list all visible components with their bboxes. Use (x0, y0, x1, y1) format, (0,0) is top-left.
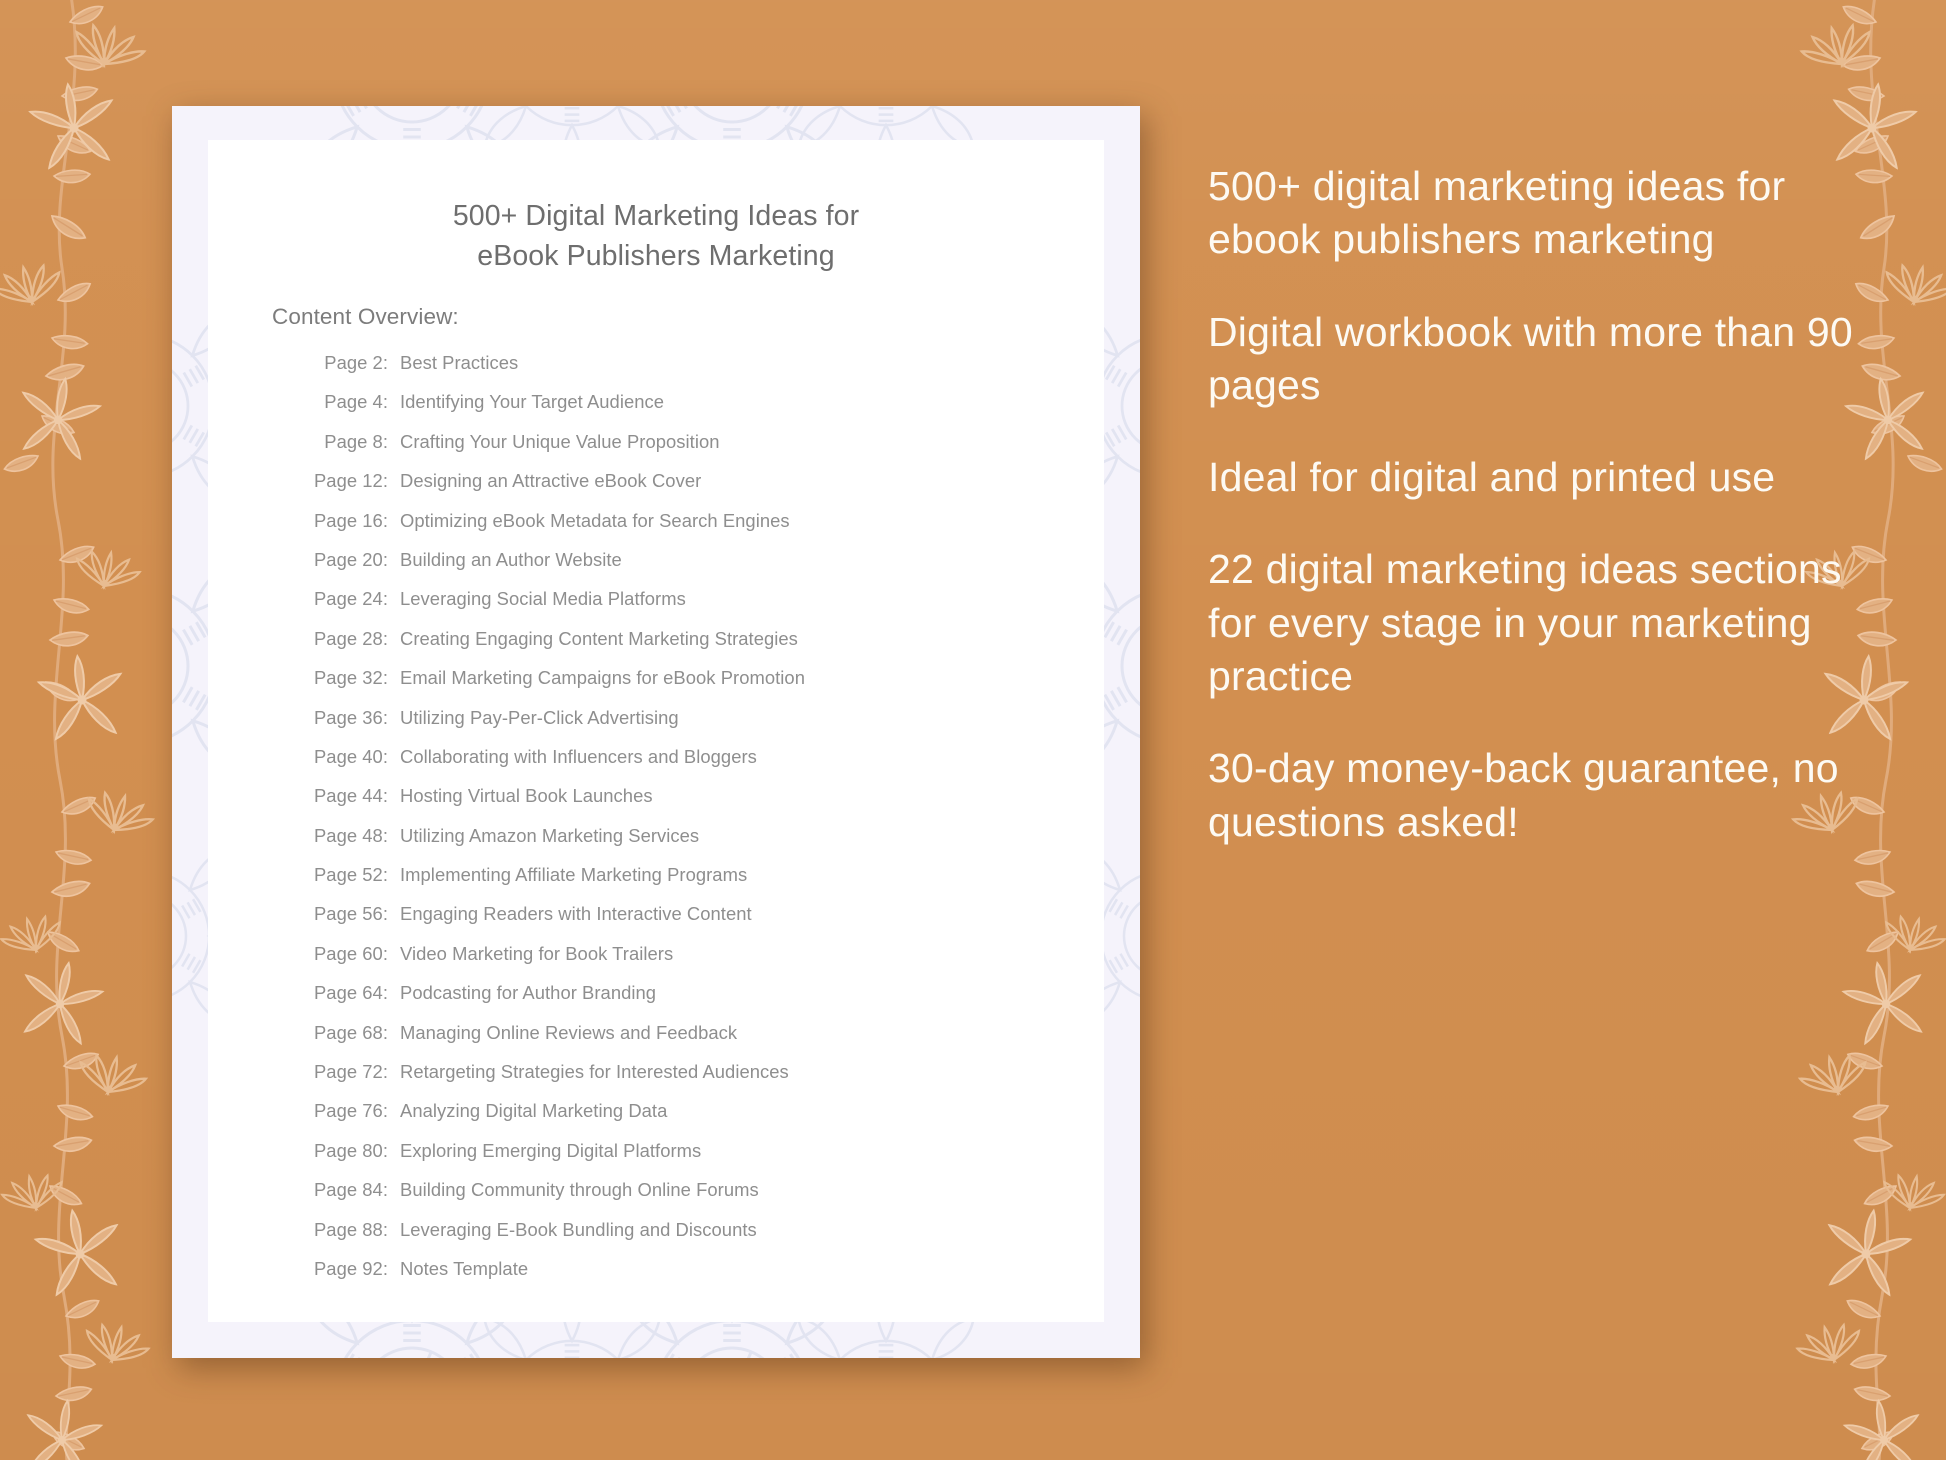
toc-page-number: Page 84: (313, 1179, 388, 1201)
toc-row[interactable]: Page 24: Leveraging Social Media Platform… (302, 588, 1074, 627)
toc-page-number: Page 56: (313, 903, 388, 925)
promo-block: 22 digital marketing ideas sections for … (1208, 546, 1842, 700)
toc-section-title: Building Community through Online Forums (400, 1179, 759, 1201)
toc-section-title: Utilizing Pay-Per-Click Advertising (400, 706, 679, 728)
toc-row[interactable]: Page 84: Building Community through Onlin… (302, 1179, 1074, 1218)
product-listing-image: 500+ Digital Marketing Ideas for eBook P… (0, 0, 1946, 1460)
toc-section-title: Optimizing eBook Metadata for Search Eng… (400, 509, 790, 531)
toc-section-title: Retargeting Strategies for Interested Au… (400, 1061, 789, 1083)
toc-row[interactable]: Page 92: Notes Template (302, 1258, 1074, 1297)
toc-page-number: Page 16: (313, 509, 388, 531)
toc-section-title: Email Marketing Campaigns for eBook Prom… (400, 667, 805, 689)
toc-section-title: Leveraging E-Book Bundling and Discounts (400, 1218, 757, 1240)
toc-section-title: Exploring Emerging Digital Platforms (400, 1139, 702, 1161)
toc-row[interactable]: Page 4: Identifying Your Target Audience (302, 391, 1074, 430)
toc-section-title: Engaging Readers with Interactive Conten… (400, 903, 752, 925)
toc-row[interactable]: Page 44: Hosting Virtual Book Launches (302, 785, 1074, 824)
toc-row[interactable]: Page 12: Designing an Attractive eBook Co… (302, 470, 1074, 509)
promo-block: Ideal for digital and printed use (1208, 454, 1776, 501)
page-title: 500+ Digital Marketing Ideas for eBook P… (452, 200, 860, 273)
toc-page-number: Page 40: (313, 745, 388, 767)
toc-row[interactable]: Page 64: Podcasting for Author Branding (302, 982, 1074, 1021)
toc-row[interactable]: Page 52: Implementing Affiliate Marketing… (302, 864, 1074, 903)
toc-page-number: Page 64: (313, 982, 388, 1004)
table-of-contents: Page 2: Best Practices Page 4: Identifying … (302, 352, 1074, 1297)
toc-row[interactable]: Page 36: Utilizing Pay-Per-Click Advertis… (302, 707, 1074, 746)
promo-copy-list: 500+ digital marketing ideas for ebook p… (1208, 160, 1868, 849)
toc-section-title: Podcasting for Author Branding (400, 982, 657, 1004)
toc-row[interactable]: Page 28: Creating Engaging Content Market… (302, 628, 1074, 667)
toc-page-number: Page 36: (313, 706, 388, 728)
toc-page-number: Page 72: (313, 1061, 388, 1083)
toc-section-title: Analyzing Digital Marketing Data (400, 1100, 668, 1122)
toc-row[interactable]: Page 16: Optimizing eBook Metadata for Se… (302, 510, 1074, 549)
page-sheet: 500+ Digital Marketing Ideas for eBook P… (172, 106, 1140, 1358)
toc-section-title: Collaborating with Influencers and Blogg… (400, 745, 757, 767)
toc-section-title: Notes Template (400, 1257, 529, 1279)
toc-section-title: Crafting Your Unique Value Proposition (400, 430, 720, 452)
page-content-area: 500+ Digital Marketing Ideas for eBook P… (208, 140, 1104, 1322)
floral-vine-border-left-icon (0, 0, 166, 1460)
toc-section-title: Best Practices (400, 352, 519, 373)
toc-row[interactable]: Page 72: Retargeting Strategies for Inter… (302, 1061, 1074, 1100)
toc-row[interactable]: Page 76: Analyzing Digital Marketing Data (302, 1100, 1074, 1139)
toc-row[interactable]: Page 60: Video Marketing for Book Trailer… (302, 943, 1074, 982)
promo-block: 500+ digital marketing ideas for ebook p… (1208, 163, 1786, 263)
toc-row[interactable]: Page 2: Best Practices (302, 352, 1074, 391)
workbook-page-preview[interactable]: 500+ Digital Marketing Ideas for eBook P… (172, 106, 1146, 1368)
toc-page-number: Page 24: (313, 588, 388, 610)
toc-section-title: Managing Online Reviews and Feedback (400, 1021, 738, 1043)
toc-page-number: Page 20: (313, 548, 388, 570)
toc-page-number: Page 60: (313, 942, 388, 964)
toc-section-title: Hosting Virtual Book Launches (400, 785, 653, 807)
toc-row[interactable]: Page 68: Managing Online Reviews and Feed… (302, 1022, 1074, 1061)
toc-section-title: Utilizing Amazon Marketing Services (400, 824, 700, 846)
toc-page-number: Page 92: (313, 1257, 388, 1279)
toc-section-title: Video Marketing for Book Trailers (400, 942, 674, 964)
toc-section-title: Creating Engaging Content Marketing Stra… (400, 627, 798, 649)
toc-section-title: Implementing Affiliate Marketing Program… (400, 864, 748, 886)
content-overview-label: Content Overview: (272, 304, 459, 329)
toc-page-number: Page 48: (313, 824, 388, 846)
toc-page-number: Page 4: (324, 391, 388, 413)
toc-row[interactable]: Page 20: Building an Author Website (302, 549, 1074, 588)
toc-section-title: Building an Author Website (400, 548, 622, 570)
toc-row[interactable]: Page 8: Crafting Your Unique Value Propos… (302, 431, 1074, 470)
toc-page-number: Page 80: (313, 1139, 388, 1161)
toc-page-number: Page 8: (324, 430, 388, 452)
toc-section-title: Designing an Attractive eBook Cover (400, 470, 702, 492)
toc-row[interactable]: Page 40: Collaborating with Influencers a… (302, 746, 1074, 785)
toc-page-number: Page 44: (313, 785, 388, 807)
toc-row[interactable]: Page 32: Email Marketing Campaigns for eB… (302, 667, 1074, 706)
promo-block: 30-day money-back guarantee, no question… (1208, 745, 1839, 845)
toc-row[interactable]: Page 80: Exploring Emerging Digital Platf… (302, 1140, 1074, 1179)
toc-page-number: Page 88: (313, 1218, 388, 1240)
toc-page-number: Page 2: (324, 352, 388, 373)
toc-page-number: Page 32: (313, 667, 388, 689)
toc-page-number: Page 28: (313, 627, 388, 649)
toc-row[interactable]: Page 48: Utilizing Amazon Marketing Servi… (302, 825, 1074, 864)
toc-row[interactable]: Page 56: Engaging Readers with Interactiv… (302, 903, 1074, 942)
toc-page-number: Page 52: (313, 864, 388, 886)
toc-page-number: Page 12: (313, 470, 388, 492)
promo-block: Digital workbook with more than 90 pages (1208, 308, 1853, 408)
toc-row[interactable]: Page 88: Leveraging E-Book Bundling and D… (302, 1219, 1074, 1258)
toc-section-title: Identifying Your Target Audience (400, 391, 665, 413)
toc-page-number: Page 68: (313, 1021, 388, 1043)
toc-page-number: Page 76: (313, 1100, 388, 1122)
toc-section-title: Leveraging Social Media Platforms (400, 588, 686, 610)
